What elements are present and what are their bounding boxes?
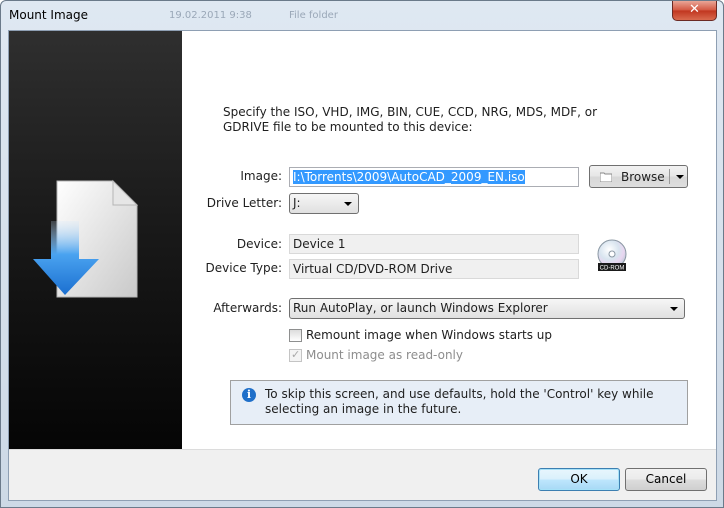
close-button[interactable]: ✕ bbox=[672, 1, 717, 21]
image-path-text: I:\Torrents\2009\AutoCAD_2009_EN.iso bbox=[293, 170, 525, 184]
remount-checkbox-label[interactable]: Remount image when Windows starts up bbox=[306, 328, 552, 342]
title-bar[interactable]: Mount Image 19.02.2011 9:38 File folder … bbox=[1, 1, 723, 31]
window-title: Mount Image bbox=[9, 8, 89, 22]
split-divider bbox=[669, 169, 670, 184]
drive-letter-label: Drive Letter: bbox=[206, 196, 282, 210]
image-path-input[interactable]: I:\Torrents\2009\AutoCAD_2009_EN.iso bbox=[289, 167, 579, 187]
browse-button[interactable]: Browse bbox=[589, 165, 688, 188]
drive-letter-value: J: bbox=[293, 196, 301, 210]
close-icon: ✕ bbox=[689, 2, 700, 17]
cancel-button[interactable]: Cancel bbox=[625, 468, 707, 491]
browse-label: Browse bbox=[621, 170, 665, 184]
content-area: Specify the ISO, VHD, IMG, BIN, CUE, CCD… bbox=[182, 31, 716, 449]
device-field: Device 1 bbox=[289, 234, 579, 254]
ok-button[interactable]: OK bbox=[538, 468, 620, 491]
side-banner bbox=[9, 31, 182, 449]
afterwards-value: Run AutoPlay, or launch Windows Explorer bbox=[293, 301, 548, 315]
device-type-label: Device Type: bbox=[205, 261, 282, 275]
mount-document-icon bbox=[33, 179, 139, 298]
cd-rom-badge: CD-ROM bbox=[600, 266, 625, 272]
info-panel: i To skip this screen, and use defaults,… bbox=[230, 380, 688, 425]
chevron-down-icon bbox=[670, 307, 678, 311]
chevron-down-icon bbox=[344, 202, 352, 206]
info-icon: i bbox=[242, 388, 256, 402]
device-label: Device: bbox=[236, 237, 282, 251]
info-text: To skip this screen, and use defaults, h… bbox=[265, 387, 654, 416]
mount-image-dialog: Mount Image 19.02.2011 9:38 File folder … bbox=[0, 0, 724, 508]
checkmark-icon: ✓ bbox=[291, 348, 301, 361]
cd-rom-icon: CD-ROM bbox=[597, 239, 627, 272]
device-type-field: Virtual CD/DVD-ROM Drive bbox=[289, 259, 579, 279]
drive-letter-select[interactable]: J: bbox=[289, 193, 359, 214]
device-type-value: Virtual CD/DVD-ROM Drive bbox=[293, 262, 453, 276]
read-only-checkbox[interactable]: ✓ bbox=[289, 348, 302, 362]
afterwards-label: Afterwards: bbox=[213, 301, 282, 315]
dialog-body: Specify the ISO, VHD, IMG, BIN, CUE, CCD… bbox=[8, 30, 717, 501]
remount-checkbox[interactable] bbox=[289, 329, 302, 342]
afterwards-select[interactable]: Run AutoPlay, or launch Windows Explorer bbox=[289, 298, 685, 319]
background-window-text: File folder bbox=[289, 10, 338, 21]
device-value: Device 1 bbox=[293, 237, 346, 251]
footer-divider bbox=[9, 449, 716, 450]
image-label: Image: bbox=[240, 169, 282, 183]
chevron-down-icon[interactable] bbox=[676, 175, 684, 179]
read-only-checkbox-label[interactable]: Mount image as read-only bbox=[306, 348, 463, 362]
background-window-text: 19.02.2011 9:38 bbox=[169, 10, 252, 21]
folder-icon bbox=[600, 172, 612, 182]
instruction-text: Specify the ISO, VHD, IMG, BIN, CUE, CCD… bbox=[223, 105, 597, 134]
